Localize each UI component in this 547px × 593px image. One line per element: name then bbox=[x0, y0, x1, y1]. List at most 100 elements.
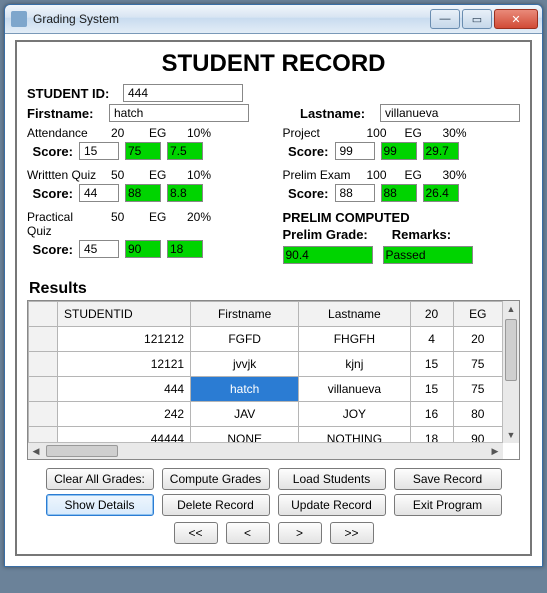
attendance-pct: 10% bbox=[187, 126, 215, 140]
show-details-button[interactable]: Show Details bbox=[46, 494, 154, 516]
column-header[interactable]: 20 bbox=[410, 302, 453, 327]
column-header[interactable]: EG bbox=[453, 302, 502, 327]
scroll-down-icon[interactable]: ▼ bbox=[503, 427, 519, 443]
delete-record-button[interactable]: Delete Record bbox=[162, 494, 270, 516]
attendance-max: 20 bbox=[111, 126, 139, 140]
firstname-label: Firstname: bbox=[27, 106, 101, 121]
table-cell[interactable]: 121212 bbox=[58, 327, 191, 352]
save-record-button[interactable]: Save Record bbox=[394, 468, 502, 490]
column-header[interactable]: STUDENTID bbox=[58, 302, 191, 327]
results-grid[interactable]: STUDENTIDFirstnameLastname20EG121212FGFD… bbox=[27, 300, 520, 460]
table-cell[interactable]: 20 bbox=[453, 327, 502, 352]
column-header[interactable]: Lastname bbox=[299, 302, 410, 327]
table-row[interactable]: 12121jvvjkkjnj1575 bbox=[29, 352, 503, 377]
maximize-button[interactable]: ▭ bbox=[462, 9, 492, 29]
vertical-scrollbar[interactable]: ▲ ▼ bbox=[502, 301, 519, 443]
prelim-score-input[interactable] bbox=[335, 184, 375, 202]
prelim-weighted: 26.4 bbox=[423, 184, 459, 202]
table-cell[interactable]: 15 bbox=[410, 377, 453, 402]
table-cell[interactable]: 242 bbox=[58, 402, 191, 427]
table-cell[interactable]: 75 bbox=[453, 352, 502, 377]
table-row[interactable]: 121212FGFDFHGFH420 bbox=[29, 327, 503, 352]
app-icon bbox=[11, 11, 27, 27]
table-cell[interactable]: 16 bbox=[410, 402, 453, 427]
table-cell[interactable]: villanueva bbox=[299, 377, 410, 402]
written-title: Writtten Quiz bbox=[27, 168, 101, 182]
app-window: Grading System — ▭ ✕ STUDENT RECORD STUD… bbox=[4, 4, 543, 567]
practical-eg-label: EG bbox=[149, 210, 177, 224]
attendance-eg: 75 bbox=[125, 142, 161, 160]
window-title: Grading System bbox=[33, 12, 430, 26]
practical-score-label: Score: bbox=[27, 242, 73, 257]
table-cell[interactable]: 15 bbox=[410, 352, 453, 377]
remarks-label: Remarks: bbox=[392, 227, 451, 242]
attendance-title: Attendance bbox=[27, 126, 101, 140]
table-cell[interactable]: JOY bbox=[299, 402, 410, 427]
practical-eg: 90 bbox=[125, 240, 161, 258]
prelim-title: Prelim Exam bbox=[283, 168, 357, 182]
compute-grades-button[interactable]: Compute Grades bbox=[162, 468, 270, 490]
firstname-input[interactable] bbox=[109, 104, 249, 122]
practical-weighted: 18 bbox=[167, 240, 203, 258]
lastname-label: Lastname: bbox=[300, 106, 372, 121]
lastname-input[interactable] bbox=[380, 104, 520, 122]
close-button[interactable]: ✕ bbox=[494, 9, 538, 29]
table-cell[interactable]: 444 bbox=[58, 377, 191, 402]
written-score-input[interactable] bbox=[79, 184, 119, 202]
prelim-eg-label: EG bbox=[405, 168, 433, 182]
scroll-right-icon[interactable]: ▶ bbox=[487, 443, 503, 459]
attendance-weighted: 7.5 bbox=[167, 142, 203, 160]
prelim-computed-title: PRELIM COMPUTED bbox=[283, 210, 521, 225]
table-cell[interactable]: FHGFH bbox=[299, 327, 410, 352]
attendance-score-label: Score: bbox=[27, 144, 73, 159]
clear-grades-button[interactable]: Clear All Grades: bbox=[46, 468, 154, 490]
project-score-input[interactable] bbox=[335, 142, 375, 160]
practical-score-input[interactable] bbox=[79, 240, 119, 258]
scroll-up-icon[interactable]: ▲ bbox=[503, 301, 519, 317]
hscroll-thumb[interactable] bbox=[46, 445, 118, 457]
practical-pct: 20% bbox=[187, 210, 215, 224]
nav-next-button[interactable]: > bbox=[278, 522, 322, 544]
table-cell[interactable]: hatch bbox=[191, 377, 299, 402]
titlebar: Grading System — ▭ ✕ bbox=[5, 5, 542, 34]
table-row[interactable]: 444hatchvillanueva1575 bbox=[29, 377, 503, 402]
scroll-left-icon[interactable]: ◀ bbox=[28, 443, 44, 459]
results-title: Results bbox=[29, 280, 520, 298]
horizontal-scrollbar[interactable]: ◀ ▶ bbox=[28, 442, 503, 459]
table-cell[interactable]: FGFD bbox=[191, 327, 299, 352]
prelim-grade-value: 90.4 bbox=[283, 246, 373, 264]
written-eg: 88 bbox=[125, 184, 161, 202]
table-cell[interactable]: jvvjk bbox=[191, 352, 299, 377]
table-cell[interactable]: 80 bbox=[453, 402, 502, 427]
nav-prev-button[interactable]: < bbox=[226, 522, 270, 544]
exit-program-button[interactable]: Exit Program bbox=[394, 494, 502, 516]
table-cell[interactable]: kjnj bbox=[299, 352, 410, 377]
vscroll-thumb[interactable] bbox=[505, 319, 517, 381]
table-cell[interactable]: 4 bbox=[410, 327, 453, 352]
nav-last-button[interactable]: >> bbox=[330, 522, 374, 544]
written-pct: 10% bbox=[187, 168, 215, 182]
prelim-score-label: Score: bbox=[283, 186, 329, 201]
prelim-pct: 30% bbox=[443, 168, 471, 182]
project-eg-label: EG bbox=[405, 126, 433, 140]
project-score-label: Score: bbox=[283, 144, 329, 159]
project-max: 100 bbox=[367, 126, 395, 140]
column-header[interactable]: Firstname bbox=[191, 302, 299, 327]
project-eg: 99 bbox=[381, 142, 417, 160]
written-weighted: 8.8 bbox=[167, 184, 203, 202]
update-record-button[interactable]: Update Record bbox=[278, 494, 386, 516]
attendance-score-input[interactable] bbox=[79, 142, 119, 160]
nav-first-button[interactable]: << bbox=[174, 522, 218, 544]
written-eg-label: EG bbox=[149, 168, 177, 182]
table-cell[interactable]: JAV bbox=[191, 402, 299, 427]
table-cell[interactable]: 12121 bbox=[58, 352, 191, 377]
student-id-input[interactable] bbox=[123, 84, 243, 102]
written-max: 50 bbox=[111, 168, 139, 182]
table-row[interactable]: 242JAVJOY1680 bbox=[29, 402, 503, 427]
table-cell[interactable]: 75 bbox=[453, 377, 502, 402]
prelim-eg: 88 bbox=[381, 184, 417, 202]
prelim-max: 100 bbox=[367, 168, 395, 182]
page-title: STUDENT RECORD bbox=[27, 50, 520, 78]
minimize-button[interactable]: — bbox=[430, 9, 460, 29]
load-students-button[interactable]: Load Students bbox=[278, 468, 386, 490]
